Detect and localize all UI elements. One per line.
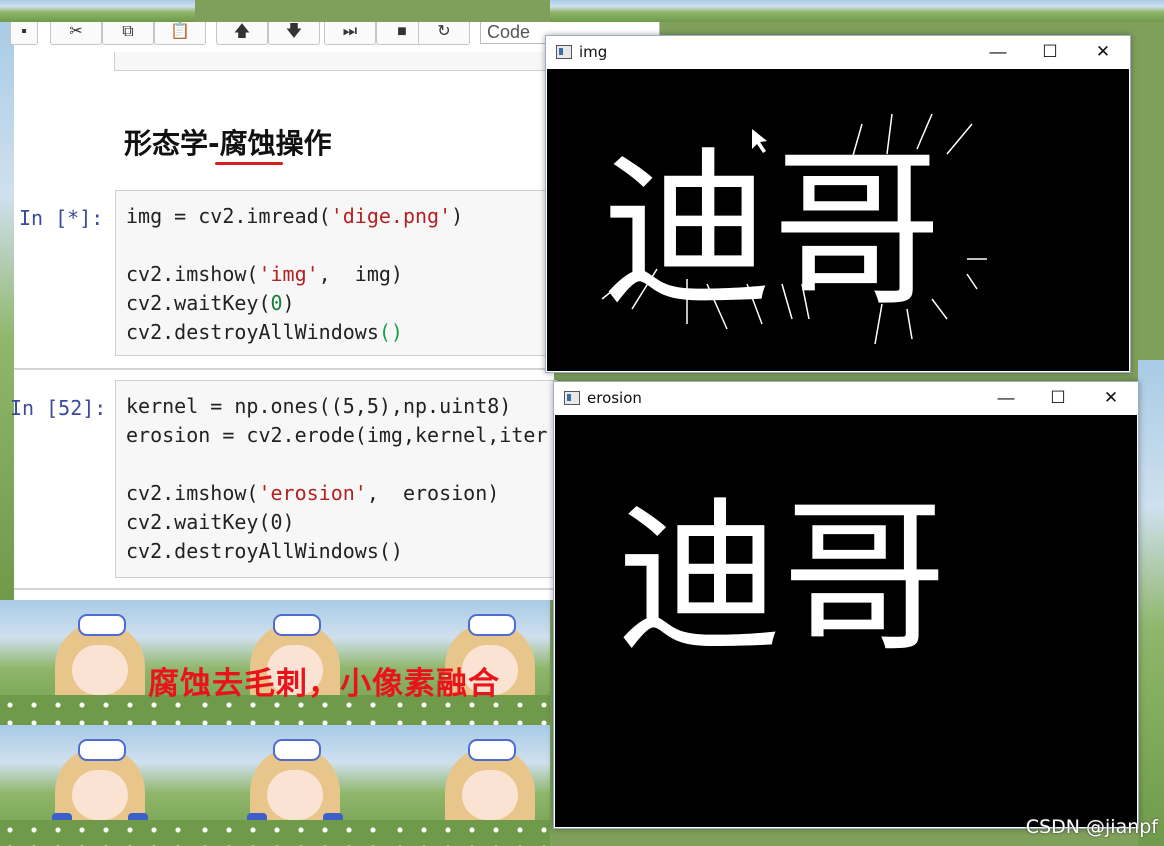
video-caption: 腐蚀去毛刺，小像素融合 [148, 666, 500, 702]
window-titlebar[interactable]: erosion — ☐ ✕ [554, 382, 1138, 414]
code-cell-1[interactable]: img = cv2.imread('dige.png') cv2.imshow(… [115, 190, 557, 356]
code-line: kernel = np.ones((5,5),np.uint8) [126, 394, 512, 418]
stop-icon: ■ [397, 23, 407, 40]
cell-prompt: In [52]: [10, 396, 107, 420]
cell-type-value: Code [487, 22, 531, 42]
code-line: cv2.waitKey(0) [126, 510, 295, 534]
wallpaper-tile [195, 725, 390, 846]
code-line: erosion = cv2.erode(img,kernel,iter [126, 423, 548, 447]
erosion-window[interactable]: erosion — ☐ ✕ 迪哥 [553, 381, 1139, 829]
code-line: cv2.destroyAllWindows() [126, 320, 403, 344]
code-line: cv2.imshow('img', img) [126, 262, 403, 286]
wallpaper-tile [0, 0, 195, 22]
heading-prefix: 形态学- [124, 127, 220, 160]
cell-separator [14, 588, 554, 590]
wallpaper-tile [0, 725, 195, 846]
copy-icon: ⧉ [122, 23, 134, 40]
img-window[interactable]: img — ☐ ✕ 迪哥 [545, 35, 1131, 373]
paste-icon: 📋 [170, 23, 190, 40]
cell-prompt: In [*]: [19, 206, 104, 230]
wallpaper-tile [550, 0, 1164, 22]
minimize-button[interactable]: — [986, 385, 1026, 411]
wallpaper-tile [390, 725, 550, 846]
heading-highlight: 腐蚀 [219, 127, 276, 160]
arrow-up-icon: 🡅 [233, 23, 251, 40]
heading-suffix: 操作 [275, 127, 332, 160]
notebook-toolbar: ▪ ✂ ⧉ 📋 🡅 🡇 ⏭ ■ ↻ [10, 22, 554, 46]
paste-button[interactable]: 📋 [154, 22, 206, 45]
copy-button[interactable]: ⧉ [102, 22, 154, 45]
notebook-panel: ▪ ✂ ⧉ 📋 🡅 🡇 ⏭ ■ ↻ Code 形态学-腐蚀操作 In [*]: … [10, 22, 660, 600]
window-title: img [579, 43, 608, 61]
heading-underline [215, 162, 283, 165]
window-title: erosion [587, 389, 642, 407]
wallpaper-tile [0, 22, 14, 602]
code-line: img = cv2.imread('dige.png') [126, 204, 464, 228]
section-heading: 形态学-腐蚀操作 [124, 122, 332, 162]
image-text: 迪哥 [602, 132, 942, 330]
save-button[interactable]: ▪ [10, 22, 38, 45]
image-text: 迪哥 [617, 482, 947, 674]
run-next-icon: ⏭ [342, 23, 358, 40]
watermark: CSDN @jianpf [1025, 816, 1158, 838]
cut-button[interactable]: ✂ [50, 22, 102, 45]
window-app-icon [556, 45, 572, 59]
minimize-button[interactable]: — [978, 39, 1018, 65]
restart-button[interactable]: ↻ [418, 22, 470, 45]
code-line: cv2.waitKey(0) [126, 291, 295, 315]
restart-icon: ↻ [437, 23, 451, 40]
close-button[interactable]: ✕ [1083, 39, 1123, 65]
noisy-image: 迪哥 [601, 113, 987, 345]
eroded-image: 迪哥 [617, 482, 947, 674]
maximize-button[interactable]: ☐ [1038, 385, 1078, 411]
cell-separator [14, 368, 554, 370]
image-canvas: 迪哥 [555, 415, 1137, 827]
code-line: cv2.destroyAllWindows() [126, 539, 403, 563]
wallpaper-tile [1138, 360, 1164, 846]
maximize-button[interactable]: ☐ [1030, 39, 1070, 65]
code-line: cv2.imshow('erosion', erosion) [126, 481, 500, 505]
scissors-icon: ✂ [69, 23, 83, 40]
move-down-button[interactable]: 🡇 [268, 22, 320, 45]
run-button[interactable]: ⏭ [324, 22, 376, 45]
window-app-icon [564, 391, 580, 405]
move-up-button[interactable]: 🡅 [216, 22, 268, 45]
image-canvas: 迪哥 [547, 69, 1129, 371]
arrow-down-icon: 🡇 [285, 23, 303, 40]
close-button[interactable]: ✕ [1091, 385, 1131, 411]
code-cell-2[interactable]: kernel = np.ones((5,5),np.uint8) erosion… [115, 380, 557, 578]
window-titlebar[interactable]: img — ☐ ✕ [546, 36, 1130, 68]
previous-cell[interactable] [114, 52, 556, 71]
